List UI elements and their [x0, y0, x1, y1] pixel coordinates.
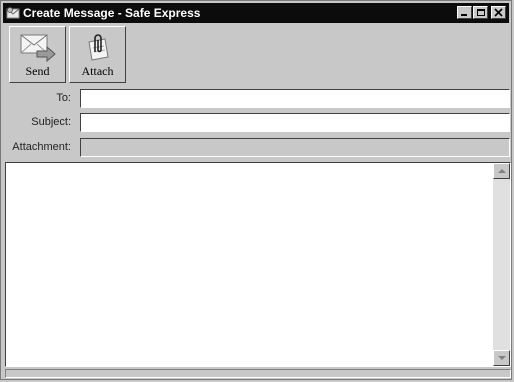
to-row: To: — [1, 89, 511, 109]
window-title: Create Message - Safe Express — [23, 6, 201, 20]
window-controls — [457, 6, 506, 19]
message-body-textarea[interactable] — [6, 163, 493, 366]
status-bar — [5, 369, 511, 378]
subject-field[interactable] — [80, 113, 510, 132]
scroll-up-button[interactable] — [493, 163, 510, 179]
scroll-down-button[interactable] — [493, 350, 510, 366]
arrow-up-icon — [498, 169, 506, 173]
vertical-scrollbar[interactable] — [493, 163, 510, 366]
close-icon — [494, 8, 503, 17]
title-bar[interactable]: Create Message - Safe Express — [3, 3, 509, 23]
attach-button[interactable]: Attach — [69, 26, 126, 83]
close-button[interactable] — [491, 6, 506, 19]
attachment-row: Attachment: — [1, 138, 511, 158]
attachment-label: Attachment: — [12, 141, 71, 153]
send-button[interactable]: Send — [9, 26, 66, 83]
send-button-label: Send — [25, 64, 50, 78]
maximize-button[interactable] — [473, 6, 488, 19]
subject-label: Subject: — [31, 116, 71, 128]
maximize-icon — [477, 9, 485, 16]
minimize-icon — [461, 14, 467, 16]
subject-row: Subject: — [1, 113, 511, 133]
paperclip-document-icon — [87, 34, 109, 61]
arrow-down-icon — [498, 356, 506, 360]
to-label: To: — [56, 92, 71, 104]
minimize-button[interactable] — [457, 6, 472, 19]
toolbar: Send Attach — [9, 26, 126, 83]
mail-app-icon — [6, 7, 20, 19]
attachment-field — [80, 138, 510, 157]
create-message-window: Create Message - Safe Express Send Attac… — [0, 0, 512, 380]
envelope-arrow-icon — [20, 34, 56, 62]
message-body-container — [5, 162, 511, 367]
attach-button-label: Attach — [81, 64, 114, 78]
to-field[interactable] — [80, 89, 510, 108]
